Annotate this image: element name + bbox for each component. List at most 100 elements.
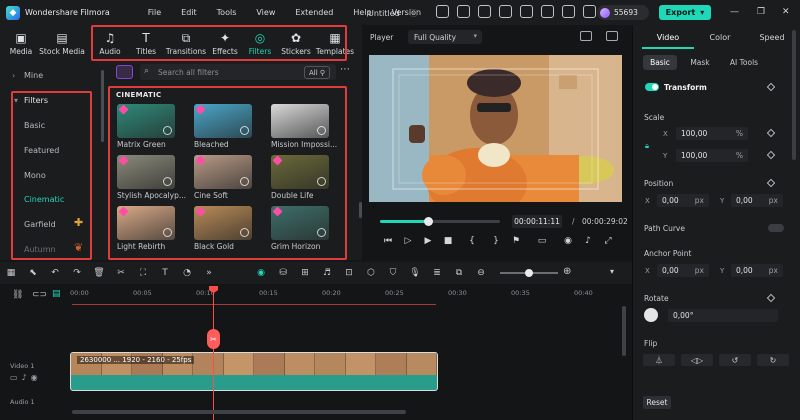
scale-y-input[interactable]: 100,00% [676, 149, 748, 162]
timeline-horizontal-scrollbar[interactable] [72, 410, 406, 414]
reset-button[interactable]: Reset [643, 396, 671, 409]
scale-x-input[interactable]: 100,00% [676, 127, 748, 140]
rotate-input[interactable]: 0,00° [668, 309, 778, 322]
track-controls[interactable]: ▭♪◉ [10, 373, 42, 382]
filter-scope-dropdown[interactable]: All ⚲ [304, 66, 330, 79]
tab-color[interactable]: Color [694, 33, 746, 49]
mark-out-icon[interactable]: } [486, 236, 506, 246]
subtab-basic[interactable]: Basic [643, 55, 677, 70]
sidebar-scrollbar[interactable] [101, 70, 104, 142]
chain-icon[interactable]: ⊂⊃ [32, 290, 47, 300]
video-clip[interactable]: 2630000 ... 1920 - 2160 - 25fps [70, 352, 438, 391]
credits-badge[interactable]: 55693 [597, 5, 649, 20]
auto-beat-icon[interactable]: ⊞ [294, 268, 316, 278]
store-icon[interactable] [457, 5, 470, 18]
filter-tile-bleached[interactable] [194, 104, 252, 138]
filter-tile-mission-impossible[interactable] [271, 104, 329, 138]
tab-stickers[interactable]: ✿ Stickers [278, 25, 314, 61]
maximize-icon[interactable]: ❐ [757, 7, 765, 17]
play-icon[interactable]: ▶ [418, 236, 438, 246]
tab-stock-media[interactable]: ▤ Stock Media [38, 25, 86, 61]
microphone-icon[interactable]: 🎙︎ [404, 268, 426, 278]
fullscreen-icon[interactable]: ⤢ [598, 236, 618, 246]
split-icon[interactable]: ✂ [110, 268, 132, 278]
sidebar-header-filters[interactable]: Filters [24, 96, 48, 105]
grid-view-icon[interactable] [580, 31, 592, 41]
sidebar-item-autumn[interactable]: Autumn [24, 245, 56, 254]
feedback-icon[interactable] [478, 5, 491, 18]
sidebar-item-mine[interactable]: Mine [24, 71, 43, 80]
mask-icon[interactable]: ⬡ [360, 268, 382, 278]
sidebar-item-garfield[interactable]: Garfield [24, 220, 56, 229]
favorites-button[interactable] [116, 65, 133, 79]
current-time[interactable]: 00:00:11:11 [512, 215, 562, 228]
filter-tile-matrix-green[interactable] [117, 104, 175, 138]
play-reverse-icon[interactable]: ▷ [398, 236, 418, 246]
timeline-menu-icon[interactable]: ▾ [610, 267, 614, 276]
audio-icon[interactable]: ♪ [578, 236, 598, 246]
split-scissors-icon[interactable]: ✂ [207, 329, 220, 349]
filter-tile-cine-soft[interactable] [194, 155, 252, 189]
smart-cut-icon[interactable]: ⊡ [338, 268, 360, 278]
position-y-input[interactable]: 0,00 px [731, 194, 783, 207]
zoom-in-icon[interactable]: ⊕ [563, 266, 571, 277]
minimize-icon[interactable]: — [730, 7, 739, 17]
undo-icon[interactable]: ↶ [44, 268, 66, 278]
crop-icon[interactable]: ⛶ [132, 268, 154, 278]
ripple-icon[interactable]: ◉ [250, 268, 272, 278]
camera-icon[interactable]: ◉ [558, 236, 578, 246]
anchor-x-input[interactable]: 0,00 px [657, 264, 709, 277]
filter-tile-black-gold[interactable] [194, 206, 252, 240]
grid-icon[interactable] [583, 5, 596, 18]
zoom-handle[interactable] [525, 269, 533, 277]
timeline-vertical-scrollbar[interactable] [622, 306, 626, 356]
path-curve-toggle[interactable] [768, 224, 784, 232]
previous-frame-icon[interactable]: ⏮ [378, 236, 398, 246]
sidebar-item-cinematic[interactable]: Cinematic [24, 195, 64, 204]
select-icon[interactable]: ⬉ [22, 268, 44, 278]
ai-icon[interactable] [499, 5, 512, 18]
text-icon[interactable]: T [154, 268, 176, 278]
position-x-input[interactable]: 0,00 px [657, 194, 709, 207]
gift-icon[interactable] [436, 5, 449, 18]
rotate-right-button[interactable]: ↻ [757, 354, 789, 366]
tab-templates[interactable]: ▦ Templates [314, 25, 356, 61]
rotate-left-button[interactable]: ↺ [719, 354, 751, 366]
marker-icon[interactable]: ⚑ [506, 236, 526, 246]
sidebar-item-mono[interactable]: Mono [24, 171, 46, 180]
menu-edit[interactable]: Edit [171, 8, 207, 17]
upload-icon[interactable] [562, 5, 575, 18]
more-options-icon[interactable]: ⋯ [340, 64, 350, 75]
rotate-dial[interactable] [644, 308, 658, 322]
menu-file[interactable]: File [138, 8, 171, 17]
tab-speed[interactable]: Speed [746, 33, 798, 49]
filter-tile-light-rebirth[interactable] [117, 206, 175, 240]
cloud-icon[interactable] [520, 5, 533, 18]
close-icon[interactable]: ✕ [782, 7, 790, 17]
tab-audio[interactable]: ♫ Audio [92, 25, 128, 61]
playhead[interactable] [213, 286, 214, 420]
layout-icon[interactable]: ▦ [0, 268, 22, 278]
pip-icon[interactable]: ⧉ [448, 268, 470, 278]
transform-toggle[interactable] [645, 83, 659, 91]
stop-icon[interactable]: ■ [438, 236, 458, 246]
zoom-out-icon[interactable]: ⊖ [470, 268, 492, 278]
flip-horizontal-button[interactable]: ◁▷ [681, 354, 713, 366]
menu-extended[interactable]: Extended [285, 8, 343, 17]
sidebar-item-featured[interactable]: Featured [24, 146, 59, 155]
playback-progress[interactable] [380, 217, 500, 226]
tab-titles[interactable]: T Titles [128, 25, 164, 61]
export-button[interactable]: Export ▾ [659, 5, 711, 20]
anchor-y-input[interactable]: 0,00 px [731, 264, 783, 277]
lock-ratio-icon[interactable]: 🔒︎ [645, 141, 649, 151]
progress-handle[interactable] [424, 217, 433, 226]
tab-effects[interactable]: ✦ Effects [208, 25, 242, 61]
redo-icon[interactable]: ↷ [66, 268, 88, 278]
subtab-ai-tools[interactable]: AI Tools [725, 55, 763, 70]
menu-tools[interactable]: Tools [207, 8, 247, 17]
shield-icon[interactable]: ⛉ [382, 268, 404, 278]
sidebar-item-basic[interactable]: Basic [24, 121, 45, 130]
search-input[interactable]: Search all filters [158, 68, 219, 77]
track-add-icon[interactable]: ▤ [52, 289, 61, 299]
delete-icon[interactable]: 🗑︎ [88, 268, 110, 278]
